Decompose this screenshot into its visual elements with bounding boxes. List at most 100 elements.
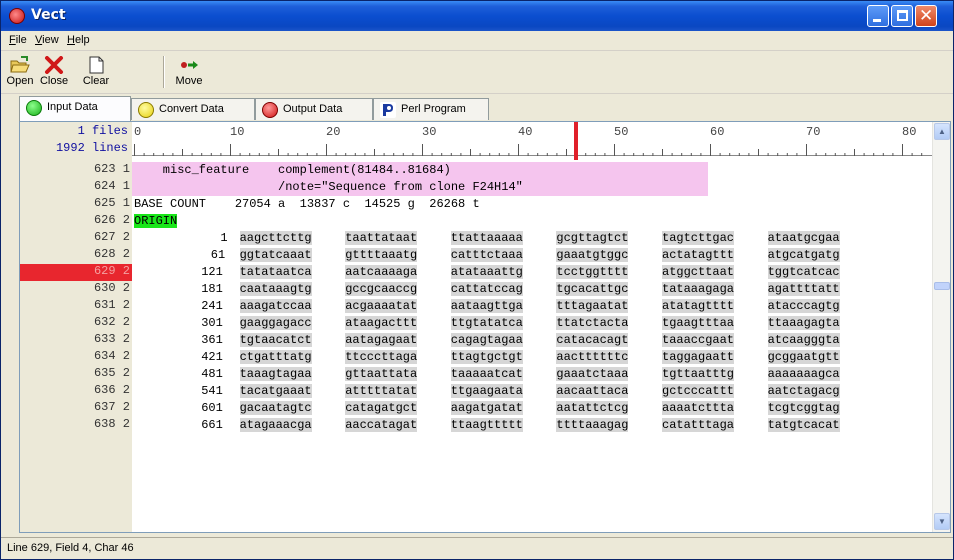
line-number-selected[interactable]: 629 2 bbox=[20, 264, 132, 281]
scroll-down-arrow-icon[interactable]: ▼ bbox=[934, 513, 950, 530]
move-button[interactable]: Move bbox=[171, 54, 207, 90]
sequence-offset: 361 bbox=[201, 333, 223, 347]
column-ruler[interactable]: 0 10 20 30 40 50 60 70 80 bbox=[132, 122, 932, 160]
ruler-number: 40 bbox=[518, 125, 533, 139]
row-content: 241 aaagatccaa acgaaaatat aataagttga tttagaa… bbox=[132, 298, 932, 315]
line-number[interactable]: 623 1 bbox=[20, 162, 132, 179]
line-number[interactable]: 638 2 bbox=[20, 417, 132, 434]
sequence-block: tgaagtttaa bbox=[662, 316, 735, 330]
row-text: BASE COUNT 27054 a 13837 c 14525 g 26268… bbox=[134, 197, 480, 211]
perl-icon bbox=[380, 102, 396, 118]
menu-help[interactable]: Help bbox=[67, 34, 90, 46]
sequence-block: aacttttttc bbox=[556, 350, 629, 364]
menu-view[interactable]: View bbox=[35, 34, 59, 46]
sequence-block: acgaaaatat bbox=[345, 299, 418, 313]
sequence-offset: 1 bbox=[220, 231, 228, 245]
close-icon: ✕ bbox=[919, 6, 934, 26]
sequence-block: tagtcttgac bbox=[662, 231, 735, 245]
title-bar[interactable]: Vect ✕ bbox=[1, 1, 953, 31]
sequence-block: ttgaagaata bbox=[450, 384, 523, 398]
line-number[interactable]: 626 2 bbox=[20, 213, 132, 230]
row-content: 1 aagcttcttg taattataat ttattaaaaa gcgttagtc… bbox=[132, 230, 932, 247]
scroll-thumb[interactable] bbox=[934, 282, 950, 290]
sequence-block: aatagagaat bbox=[345, 333, 418, 347]
origin-keyword: ORIGIN bbox=[134, 214, 178, 228]
row-content: 361 tgtaacatct aatagagaat cagagtagaa catacac… bbox=[132, 332, 932, 349]
open-button[interactable]: Open bbox=[5, 54, 35, 90]
tab-output-data[interactable]: Output Data bbox=[255, 98, 373, 120]
ruler-number: 0 bbox=[134, 125, 142, 139]
tab-perl-program[interactable]: Perl Program bbox=[373, 98, 489, 120]
line-number[interactable]: 634 2 bbox=[20, 349, 132, 366]
text-row[interactable]: 631 2 241 aaagatccaa acgaaaatat aataagttga tt… bbox=[20, 298, 932, 315]
sequence-block: ttattaaaaa bbox=[450, 231, 523, 245]
sequence-block: aagatgatat bbox=[450, 401, 523, 415]
line-number[interactable]: 625 1 bbox=[20, 196, 132, 213]
sequence-block: gctcccattt bbox=[662, 384, 735, 398]
text-row[interactable]: 628 2 61 ggtatcaaat gttttaaatg catttctaaa gaa… bbox=[20, 247, 932, 264]
line-number[interactable]: 624 1 bbox=[20, 179, 132, 196]
sequence-block: gcgttagtct bbox=[556, 231, 629, 245]
text-row[interactable]: 633 2 361 tgtaacatct aatagagaat cagagtagaa ca… bbox=[20, 332, 932, 349]
text-row[interactable]: 626 2 ORIGIN bbox=[20, 213, 932, 230]
line-number[interactable]: 627 2 bbox=[20, 230, 132, 247]
text-row[interactable]: 638 2 661 atagaaacga aaccatagat ttaagttttt tt… bbox=[20, 417, 932, 434]
line-number[interactable]: 635 2 bbox=[20, 366, 132, 383]
sequence-block: tgttaatttg bbox=[662, 367, 735, 381]
sequence-block: gttaattata bbox=[345, 367, 418, 381]
text-row[interactable]: 637 2 601 gacaatagtc catagatgct aagatgatat aa… bbox=[20, 400, 932, 417]
app-icon[interactable] bbox=[9, 8, 25, 24]
line-number[interactable]: 637 2 bbox=[20, 400, 132, 417]
sequence-offset: 301 bbox=[201, 316, 223, 330]
sequence-offset: 121 bbox=[201, 265, 223, 279]
tab-convert-data[interactable]: Convert Data bbox=[131, 98, 255, 120]
text-row[interactable]: 624 1 /note="Sequence from clone F24H14" bbox=[20, 179, 932, 196]
text-row[interactable]: 625 1 BASE COUNT 27054 a 13837 c 14525 g … bbox=[20, 196, 932, 213]
text-row[interactable]: 623 1 misc_feature complement(81484..816… bbox=[20, 162, 932, 179]
line-number[interactable]: 632 2 bbox=[20, 315, 132, 332]
tab-input-data[interactable]: Input Data bbox=[19, 96, 131, 121]
sequence-block: atagaaacga bbox=[239, 418, 312, 432]
line-number[interactable]: 628 2 bbox=[20, 247, 132, 264]
sequence-block: ttaagttttt bbox=[450, 418, 523, 432]
text-row[interactable]: 629 2 121 tatataatca aatcaaaaga atataaattg tc… bbox=[20, 264, 932, 281]
row-text: /note="Sequence from clone F24H14" bbox=[134, 180, 523, 194]
ruler-number: 80 bbox=[902, 125, 917, 139]
sequence-block: gaaatgtggc bbox=[556, 248, 629, 262]
sequence-block: ctgatttatg bbox=[239, 350, 312, 364]
ruler-number: 60 bbox=[710, 125, 725, 139]
sequence-block: tataaagaga bbox=[662, 282, 735, 296]
sequence-block: catacacagt bbox=[556, 333, 629, 347]
ruler-number: 70 bbox=[806, 125, 821, 139]
tab-label: Convert Data bbox=[159, 103, 224, 115]
sequence-block: tttagaatat bbox=[556, 299, 629, 313]
text-row[interactable]: 634 2 421 ctgatttatg ttcccttaga ttagtgctgt aa… bbox=[20, 349, 932, 366]
line-number[interactable]: 631 2 bbox=[20, 298, 132, 315]
line-number[interactable]: 630 2 bbox=[20, 281, 132, 298]
menu-file[interactable]: File bbox=[9, 34, 27, 46]
cursor-column-marker[interactable] bbox=[573, 122, 578, 160]
close-button[interactable]: Close bbox=[37, 54, 71, 90]
open-label: Open bbox=[6, 75, 34, 87]
tab-label: Input Data bbox=[47, 101, 98, 113]
minimize-button[interactable] bbox=[867, 5, 889, 27]
clear-button[interactable]: Clear bbox=[81, 54, 111, 90]
close-window-button[interactable]: ✕ bbox=[915, 5, 937, 27]
text-row[interactable]: 636 2 541 tacatgaaat atttttatat ttgaagaata aa… bbox=[20, 383, 932, 400]
red-x-icon bbox=[44, 56, 64, 74]
text-row[interactable]: 630 2 181 caataaagtg gccgcaaccg cattatccag tg… bbox=[20, 281, 932, 298]
text-row[interactable]: 635 2 481 taaagtagaa gttaattata taaaaatcat ga… bbox=[20, 366, 932, 383]
row-content: BASE COUNT 27054 a 13837 c 14525 g 26268… bbox=[132, 196, 932, 213]
line-number[interactable]: 636 2 bbox=[20, 383, 132, 400]
toolbar-separator bbox=[163, 56, 165, 88]
scroll-up-arrow-icon[interactable]: ▲ bbox=[934, 123, 950, 140]
vertical-scrollbar[interactable]: ▲ ▼ bbox=[932, 122, 950, 532]
sequence-offset: 241 bbox=[201, 299, 223, 313]
maximize-button[interactable] bbox=[891, 5, 913, 27]
text-editor[interactable]: 1 files 1992 lines 0 10 20 30 40 50 60 70 80 623… bbox=[19, 121, 951, 533]
text-row[interactable]: 632 2 301 gaaggagacc ataagacttt ttgtatatca tt… bbox=[20, 315, 932, 332]
line-number[interactable]: 633 2 bbox=[20, 332, 132, 349]
status-text: Line 629, Field 4, Char 46 bbox=[7, 542, 134, 554]
text-row[interactable]: 627 2 1 aagcttcttg taattataat ttattaaaaa gcgt… bbox=[20, 230, 932, 247]
sequence-block: tgcacattgc bbox=[556, 282, 629, 296]
